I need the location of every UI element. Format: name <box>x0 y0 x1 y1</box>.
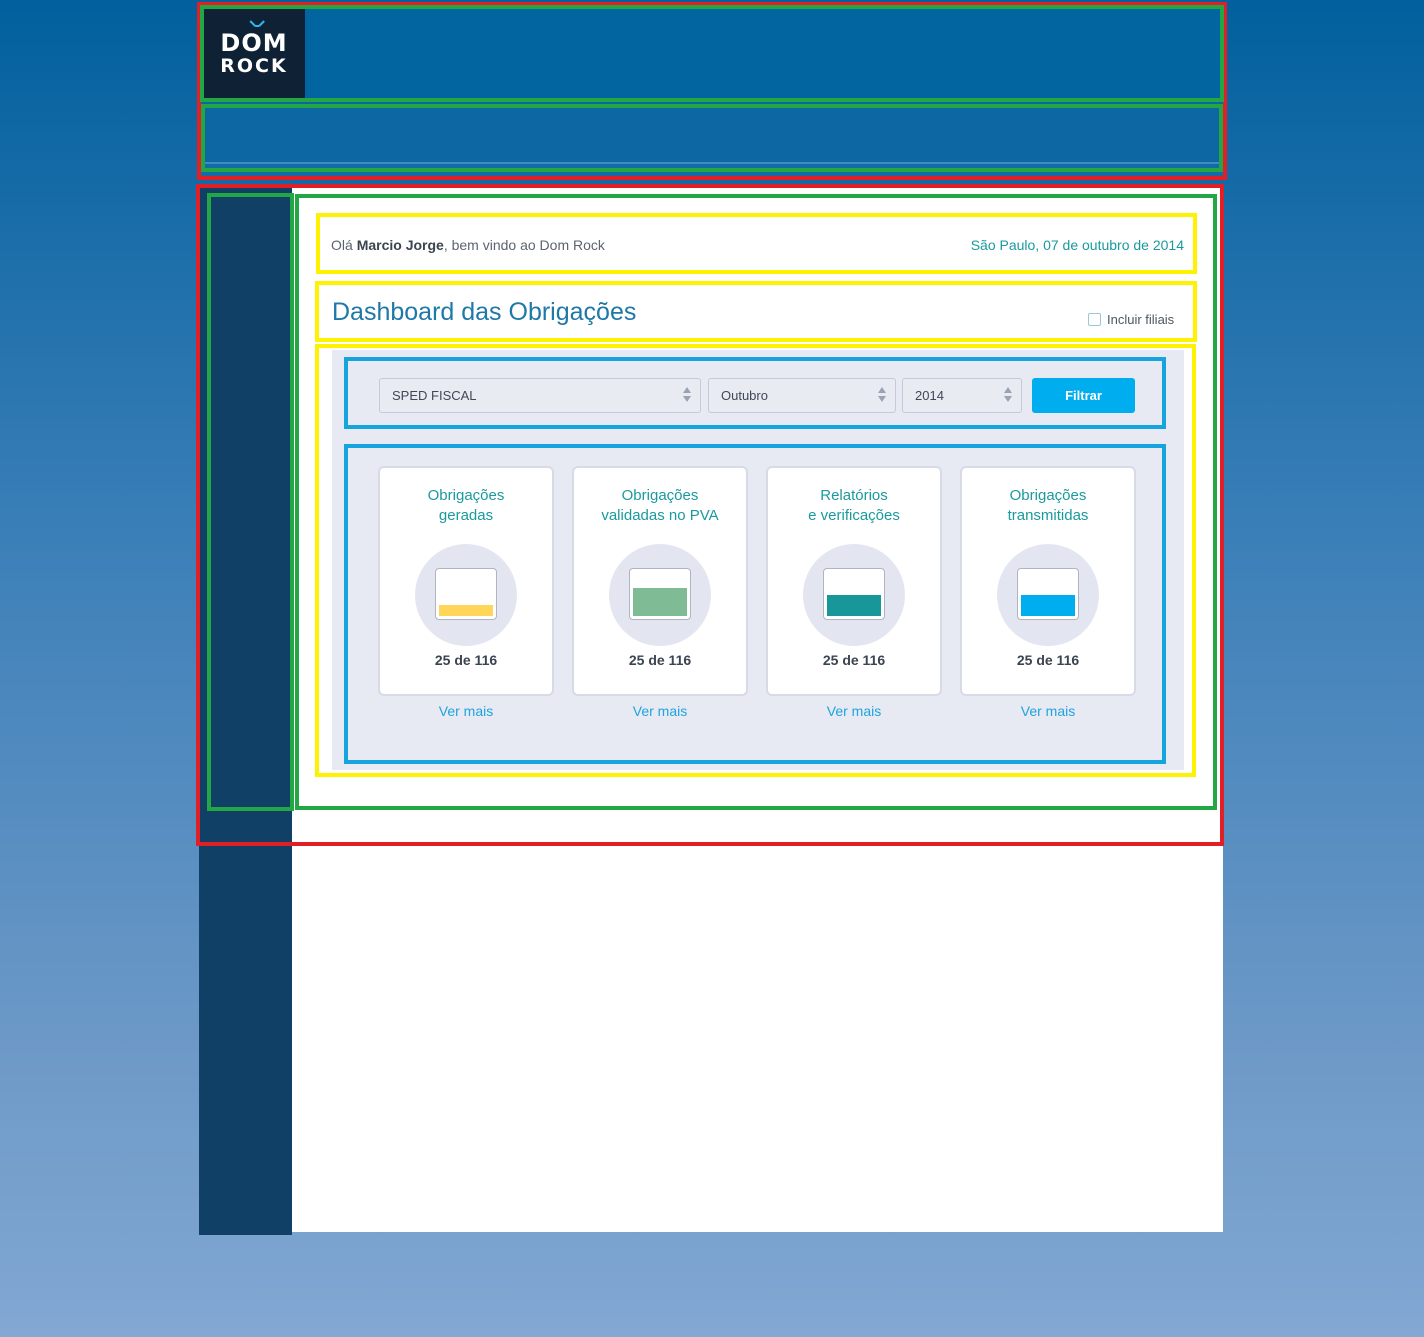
ver-mais-link[interactable]: Ver mais <box>378 703 554 719</box>
progress-fill <box>827 595 881 616</box>
logo-line-1: DOM <box>220 19 287 55</box>
gauge-circle <box>609 544 711 646</box>
ver-mais-link[interactable]: Ver mais <box>960 703 1136 719</box>
obligation-type-value: SPED FISCAL <box>392 388 477 403</box>
progress-fill <box>1021 595 1075 616</box>
welcome-prefix: Olá <box>331 237 357 253</box>
card-title: Relatórios e verificações <box>808 487 900 524</box>
ver-mais-link[interactable]: Ver mais <box>766 703 942 719</box>
card-count: 25 de 116 <box>434 652 498 668</box>
logo-line-2: ROCK <box>220 54 288 77</box>
select-arrows-icon <box>682 387 692 405</box>
logo-mark-icon <box>249 19 265 27</box>
page-title: Dashboard das Obrigações <box>332 298 637 326</box>
card-count: 25 de 116 <box>1016 652 1080 668</box>
gauge-circle <box>997 544 1099 646</box>
select-arrows-icon <box>877 387 887 405</box>
dom-rock-logo[interactable]: DOM ROCK <box>203 9 305 98</box>
sidebar <box>199 184 292 1235</box>
welcome-suffix: , bem vindo ao Dom Rock <box>443 237 605 253</box>
gauge-circle <box>803 544 905 646</box>
user-name: Marcio Jorge <box>356 237 444 253</box>
month-select[interactable]: Outubro <box>708 378 896 413</box>
filter-button[interactable]: Filtrar <box>1032 378 1135 413</box>
progress-box <box>1017 568 1079 620</box>
card-obligations-validated[interactable]: Obrigações validadas no PVA 25 de 116 <box>572 466 748 696</box>
obligation-type-select[interactable]: SPED FISCAL <box>379 378 701 413</box>
progress-box <box>823 568 885 620</box>
card-reports-verifications[interactable]: Relatórios e verificações 25 de 116 <box>766 466 942 696</box>
progress-fill <box>439 604 493 616</box>
progress-box <box>629 568 691 620</box>
current-date: São Paulo, 07 de outubro de 2014 <box>970 237 1184 253</box>
card-count: 25 de 116 <box>628 652 692 668</box>
card-title: Obrigações transmitidas <box>1007 487 1089 524</box>
month-value: Outubro <box>721 388 768 403</box>
progress-box <box>435 568 497 620</box>
year-value: 2014 <box>915 388 944 403</box>
top-header <box>200 8 1222 98</box>
checkbox-icon[interactable] <box>1088 313 1101 326</box>
progress-fill <box>633 588 687 616</box>
include-branches-label: Incluir filiais <box>1107 312 1175 327</box>
gauge-circle <box>415 544 517 646</box>
navigation-bar <box>205 108 1221 164</box>
card-title: Obrigações validadas no PVA <box>601 487 719 524</box>
year-select[interactable]: 2014 <box>902 378 1022 413</box>
ver-mais-link[interactable]: Ver mais <box>572 703 748 719</box>
welcome-message: Olá Marcio Jorge, bem vindo ao Dom Rock <box>331 237 605 253</box>
select-arrows-icon <box>1003 387 1013 405</box>
card-count: 25 de 116 <box>822 652 886 668</box>
include-branches-checkbox[interactable]: Incluir filiais <box>1088 312 1174 327</box>
card-title: Obrigações geradas <box>427 487 505 524</box>
card-obligations-transmitted[interactable]: Obrigações transmitidas 25 de 116 <box>960 466 1136 696</box>
card-obligations-generated[interactable]: Obrigações geradas 25 de 116 <box>378 466 554 696</box>
